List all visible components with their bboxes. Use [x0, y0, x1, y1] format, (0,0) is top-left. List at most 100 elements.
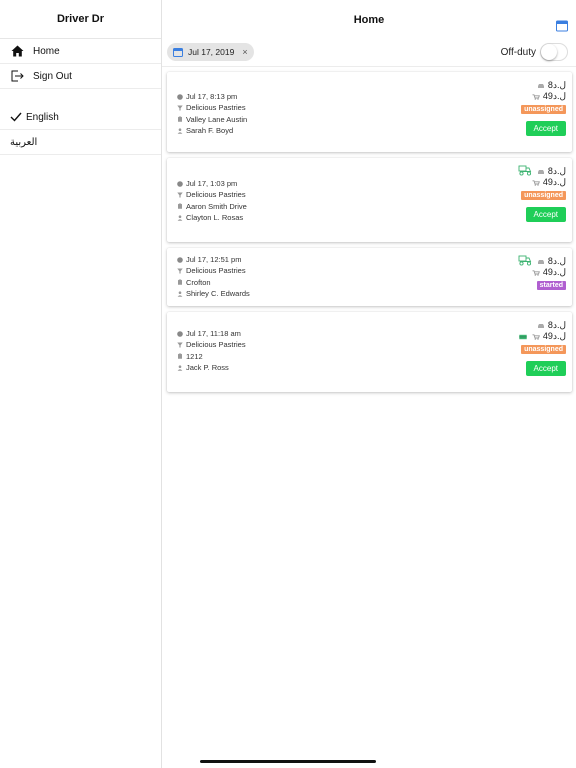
- accept-button[interactable]: Accept: [525, 361, 566, 376]
- order-store: Delicious Pastries: [186, 266, 246, 276]
- info-row: Delicious Pastries: [177, 265, 250, 276]
- duty-toggle[interactable]: [540, 43, 568, 61]
- person-icon: [177, 290, 183, 297]
- order-store: Delicious Pastries: [186, 103, 246, 113]
- order-info: Jul 17, 12:51 pm Delicious Pastries Crofto…: [177, 254, 250, 299]
- car-icon: [537, 81, 548, 91]
- order-summary: 8ل.د 49ل.د unassigned Accept: [521, 80, 566, 136]
- date-filter-chip[interactable]: Jul 17, 2019 ×: [167, 43, 254, 61]
- sidebar-item-label: Sign Out: [33, 70, 72, 82]
- total-line: 49ل.د: [532, 177, 566, 188]
- order-address: Aaron Smith Drive: [186, 201, 247, 211]
- building-icon: [177, 353, 183, 360]
- cart-icon: [532, 268, 543, 278]
- store-icon: [177, 192, 183, 198]
- page-title: Home: [353, 13, 385, 26]
- order-customer: Clayton L. Rosas: [186, 213, 244, 223]
- order-time: Jul 17, 12:51 pm: [186, 255, 242, 265]
- order-total: 49ل.د: [542, 91, 566, 101]
- total-line: 49ل.د: [532, 267, 566, 278]
- cart-icon: [532, 92, 543, 102]
- language-label: English: [26, 111, 59, 123]
- duty-label: Off-duty: [500, 46, 536, 58]
- order-time: Jul 17, 11:18 am: [186, 329, 241, 339]
- delivery-fee: 8ل.د: [547, 256, 566, 266]
- clear-filter-icon[interactable]: ×: [242, 47, 247, 57]
- info-row: Delicious Pastries: [177, 102, 247, 113]
- clock-icon: [177, 256, 183, 263]
- order-total: 49ل.د: [542, 177, 566, 187]
- sidebar-item-label: Home: [33, 45, 60, 57]
- sidebar-title: Driver Dr: [0, 0, 161, 39]
- info-row: Crofton: [177, 277, 250, 288]
- info-row: Jul 17, 12:51 pm: [177, 254, 250, 265]
- order-info: Jul 17, 1:03 pm Delicious Pastries Aaron S…: [177, 178, 247, 223]
- accept-button[interactable]: Accept: [525, 121, 566, 136]
- delivery-fee: 8ل.د: [547, 166, 566, 176]
- home-icon: [10, 44, 24, 58]
- order-customer: Jack P. Ross: [186, 363, 229, 373]
- order-address: Crofton: [186, 277, 211, 287]
- order-time: Jul 17, 1:03 pm: [186, 179, 238, 189]
- building-icon: [177, 279, 183, 286]
- delivery-fee-line: 8ل.د: [518, 165, 566, 177]
- store-icon: [177, 342, 183, 348]
- calendar-icon[interactable]: [556, 20, 568, 32]
- clock-icon: [177, 180, 183, 187]
- filter-bar: Jul 17, 2019 × Off-duty: [162, 39, 576, 67]
- person-icon: [177, 127, 183, 134]
- car-icon: [537, 257, 548, 267]
- info-row: Clayton L. Rosas: [177, 212, 247, 223]
- cash-icon: [519, 332, 530, 342]
- info-row: Shirley C. Edwards: [177, 288, 250, 299]
- sidebar-item-home[interactable]: Home: [0, 39, 161, 64]
- order-card[interactable]: Jul 17, 8:13 pm Delicious Pastries Valley …: [167, 72, 572, 152]
- total-line: 49ل.د: [532, 91, 566, 102]
- info-row: 1212: [177, 351, 246, 362]
- order-card[interactable]: Jul 17, 1:03 pm Delicious Pastries Aaron S…: [167, 158, 572, 242]
- sign-out-icon: [10, 69, 24, 83]
- person-icon: [177, 214, 183, 221]
- order-list: Jul 17, 8:13 pm Delicious Pastries Valley …: [162, 67, 576, 392]
- status-badge: unassigned: [521, 191, 566, 200]
- date-filter-label: Jul 17, 2019: [188, 47, 235, 57]
- delivery-fee-line: 8ل.د: [518, 255, 566, 267]
- order-store: Delicious Pastries: [186, 340, 246, 350]
- duty-status: Off-duty: [501, 43, 568, 61]
- building-icon: [177, 116, 183, 123]
- main-header: Home: [162, 0, 576, 39]
- info-row: Delicious Pastries: [177, 339, 246, 350]
- order-customer: Sarah F. Boyd: [186, 126, 234, 136]
- delivery-fee-line: 8ل.د: [537, 80, 566, 91]
- total-line: 49ل.د: [519, 331, 566, 342]
- status-badge: started: [536, 281, 566, 290]
- accept-button[interactable]: Accept: [525, 207, 566, 222]
- order-card[interactable]: Jul 17, 12:51 pm Delicious Pastries Crofto…: [167, 248, 572, 306]
- delivery-fee: 8ل.د: [547, 80, 566, 90]
- language-item-arabic[interactable]: العربية: [0, 130, 161, 155]
- info-row: Jul 17, 1:03 pm: [177, 178, 247, 189]
- order-total: 49ل.د: [542, 331, 566, 341]
- info-row: Jack P. Ross: [177, 362, 246, 373]
- info-row: Aaron Smith Drive: [177, 201, 247, 212]
- language-item-english[interactable]: English: [0, 105, 161, 130]
- delivery-fee-line: 8ل.د: [537, 320, 566, 331]
- order-card[interactable]: Jul 17, 11:18 am Delicious Pastries 1212 Ja…: [167, 312, 572, 392]
- car-icon: [537, 321, 548, 331]
- car-icon: [537, 167, 548, 177]
- info-row: Jul 17, 11:18 am: [177, 328, 246, 339]
- checkmark-icon: [10, 110, 24, 124]
- cart-icon: [532, 332, 543, 342]
- info-row: Jul 17, 8:13 pm: [177, 91, 247, 102]
- order-store: Delicious Pastries: [186, 190, 246, 200]
- store-icon: [177, 268, 183, 274]
- order-total: 49ل.د: [542, 267, 566, 277]
- order-info: Jul 17, 11:18 am Delicious Pastries 1212 Ja…: [177, 328, 246, 373]
- order-summary: 8ل.د 49ل.د unassigned Accept: [518, 165, 566, 222]
- main-panel: Home Jul 17, 2019 × Off-duty Jul 17, 8:1…: [162, 0, 576, 768]
- app-root: Driver Dr Home Sign Out English العربية: [0, 0, 576, 768]
- calendar-icon: [173, 47, 183, 57]
- sidebar-item-sign-out[interactable]: Sign Out: [0, 64, 161, 89]
- order-info: Jul 17, 8:13 pm Delicious Pastries Valley …: [177, 91, 247, 136]
